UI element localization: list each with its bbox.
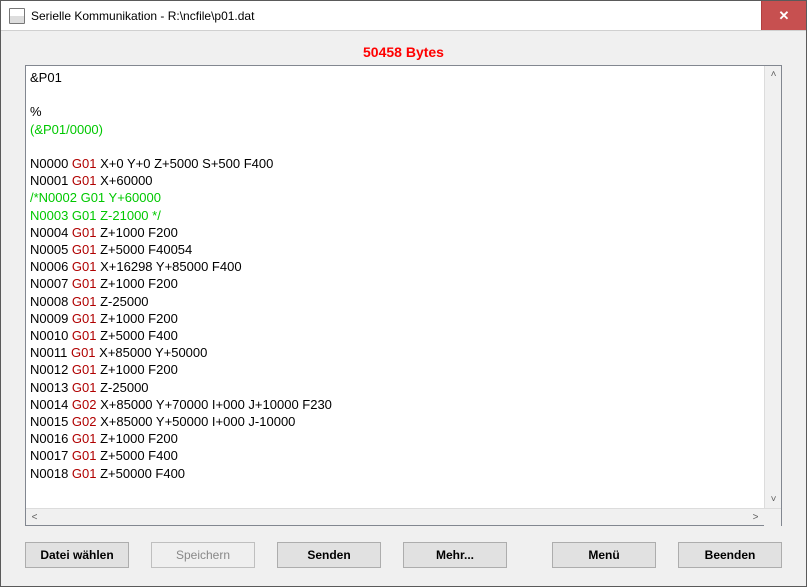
code-line: N0014 G02 X+85000 Y+70000 I+000 J+10000 … [30,396,760,413]
scroll-corner [764,509,781,526]
code-text-area[interactable]: &P01 %(&P01/0000) N0000 G01 X+0 Y+0 Z+50… [26,66,764,508]
code-line: N0000 G01 X+0 Y+0 Z+5000 S+500 F400 [30,155,760,172]
title-bar[interactable]: Serielle Kommunikation - R:\ncfile\p01.d… [1,1,806,31]
scroll-left-icon[interactable]: ˂ [26,509,43,526]
code-line: /*N0002 G01 Y+60000 [30,189,760,206]
close-icon: ✕ [779,8,790,24]
button-bar: Datei wählen Speichern Senden Mehr... Me… [25,526,782,568]
send-button[interactable]: Senden [277,542,381,568]
app-icon [9,8,25,24]
scroll-right-icon[interactable]: ˃ [747,509,764,526]
code-line: N0016 G01 Z+1000 F200 [30,430,760,447]
hscroll-track[interactable] [43,509,747,525]
code-line: N0011 G01 X+85000 Y+50000 [30,344,760,361]
code-line: N0015 G02 X+85000 Y+50000 I+000 J-10000 [30,413,760,430]
code-line: N0001 G01 X+60000 [30,172,760,189]
code-line: N0017 G01 Z+5000 F400 [30,447,760,464]
more-button[interactable]: Mehr... [403,542,507,568]
code-editor[interactable]: &P01 %(&P01/0000) N0000 G01 X+0 Y+0 Z+50… [25,65,782,526]
save-button: Speichern [151,542,255,568]
code-line: (&P01/0000) [30,121,760,138]
app-window: Serielle Kommunikation - R:\ncfile\p01.d… [0,0,807,587]
window-title: Serielle Kommunikation - R:\ncfile\p01.d… [31,9,761,23]
code-line: N0007 G01 Z+1000 F200 [30,275,760,292]
code-line [30,138,760,155]
code-line: N0005 G01 Z+5000 F40054 [30,241,760,258]
scroll-up-icon[interactable]: ˄ [765,66,782,83]
vertical-scrollbar[interactable]: ˄ ˅ [764,66,781,508]
code-line: N0009 G01 Z+1000 F200 [30,310,760,327]
choose-file-button[interactable]: Datei wählen [25,542,129,568]
code-line: N0008 G01 Z-25000 [30,293,760,310]
client-area: 50458 Bytes &P01 %(&P01/0000) N0000 G01 … [1,31,806,586]
window-close-button[interactable]: ✕ [761,1,806,30]
code-line: &P01 [30,69,760,86]
menu-button[interactable]: Menü [552,542,656,568]
scroll-down-icon[interactable]: ˅ [765,491,782,508]
code-line [30,86,760,103]
code-line: N0004 G01 Z+1000 F200 [30,224,760,241]
vscroll-track[interactable] [765,83,781,491]
code-line: N0018 G01 Z+50000 F400 [30,465,760,482]
code-line: N0013 G01 Z-25000 [30,379,760,396]
close-button[interactable]: Beenden [678,542,782,568]
code-line: N0006 G01 X+16298 Y+85000 F400 [30,258,760,275]
code-line: N0010 G01 Z+5000 F400 [30,327,760,344]
bytes-label: 50458 Bytes [25,41,782,65]
code-line: N0003 G01 Z-21000 */ [30,207,760,224]
code-line: % [30,103,760,120]
code-line: N0012 G01 Z+1000 F200 [30,361,760,378]
horizontal-scrollbar[interactable]: ˂ ˃ [26,508,781,525]
editor-body: &P01 %(&P01/0000) N0000 G01 X+0 Y+0 Z+50… [26,66,781,508]
